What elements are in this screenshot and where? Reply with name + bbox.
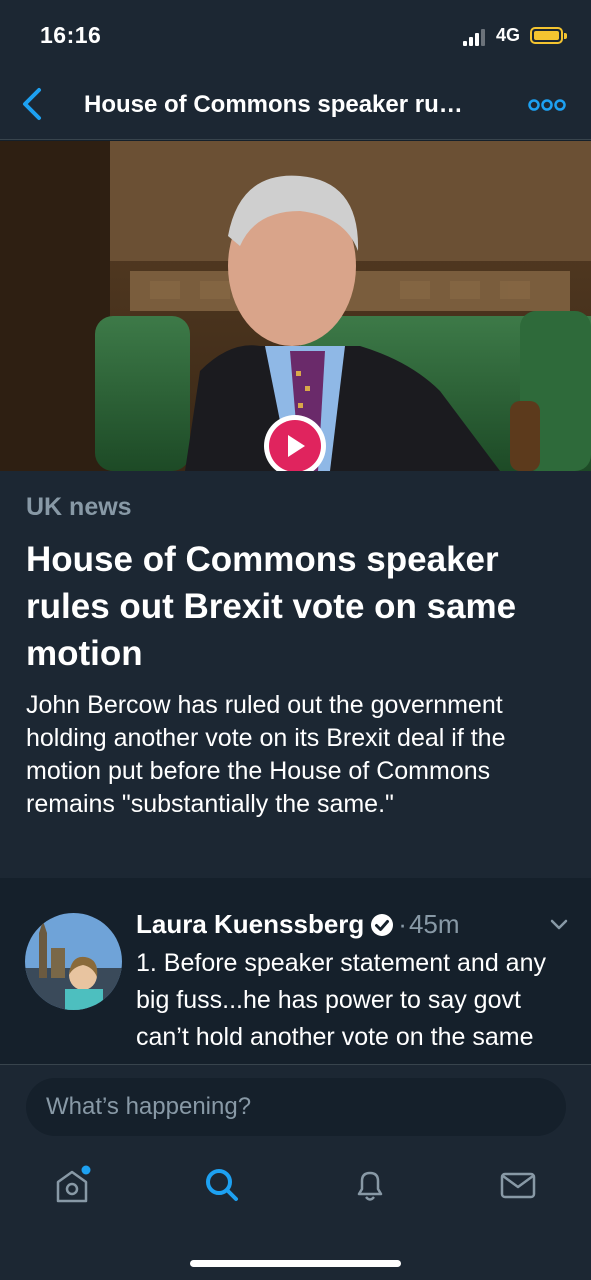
- tweet-timestamp: 45m: [408, 909, 460, 939]
- tab-notifications[interactable]: [350, 1165, 390, 1205]
- signal-strength-icon: [463, 28, 489, 46]
- mail-icon: [500, 1172, 536, 1199]
- tab-search[interactable]: [202, 1165, 242, 1205]
- article-headline: House of Commons speaker rules out Brexi…: [26, 540, 517, 673]
- top-navigation-bar: House of Commons speaker ru…: [0, 70, 591, 140]
- home-indicator[interactable]: [190, 1260, 401, 1267]
- battery-icon: [530, 27, 567, 44]
- bottom-bar: [0, 1064, 591, 1280]
- search-icon: [206, 1169, 238, 1201]
- compose-tweet-input[interactable]: [26, 1078, 566, 1136]
- avatar[interactable]: [25, 913, 122, 1010]
- tweet-options-button[interactable]: [549, 917, 569, 931]
- chevron-down-icon: [550, 919, 568, 930]
- separator-dot: ·: [398, 909, 407, 939]
- play-video-button[interactable]: [264, 415, 326, 471]
- back-button[interactable]: [18, 86, 48, 122]
- network-type: 4G: [496, 25, 521, 45]
- play-icon: [288, 435, 305, 457]
- more-options-button[interactable]: [528, 96, 566, 114]
- more-dots-icon: [528, 99, 566, 111]
- article-card[interactable]: UK news House of Commons speaker rules o…: [0, 471, 591, 878]
- tweet-header: Laura Kuenssberg · 45m: [136, 909, 460, 940]
- article-video-thumbnail[interactable]: [0, 141, 591, 471]
- status-time: 16:16: [40, 22, 102, 48]
- chevron-left-icon: [23, 88, 41, 120]
- avatar-image: [25, 913, 122, 1010]
- tweet-author-name[interactable]: Laura Kuenssberg: [136, 909, 364, 940]
- tweet[interactable]: Laura Kuenssberg · 45m 1. Before speaker…: [0, 893, 591, 1065]
- status-bar: 16:16 4G: [0, 0, 591, 70]
- tab-bar: [0, 1165, 591, 1215]
- article-category: UK news: [26, 493, 132, 521]
- tweet-text: 1. Before speaker statement and any big …: [136, 949, 546, 1065]
- verified-badge-icon: [371, 913, 394, 936]
- bell-icon: [357, 1171, 383, 1201]
- tab-home[interactable]: [52, 1165, 92, 1205]
- tab-messages[interactable]: [498, 1165, 538, 1205]
- article-summary: John Bercow has ruled out the government…: [26, 691, 506, 818]
- home-icon: [56, 1165, 91, 1203]
- page-title: House of Commons speaker ru…: [84, 91, 463, 118]
